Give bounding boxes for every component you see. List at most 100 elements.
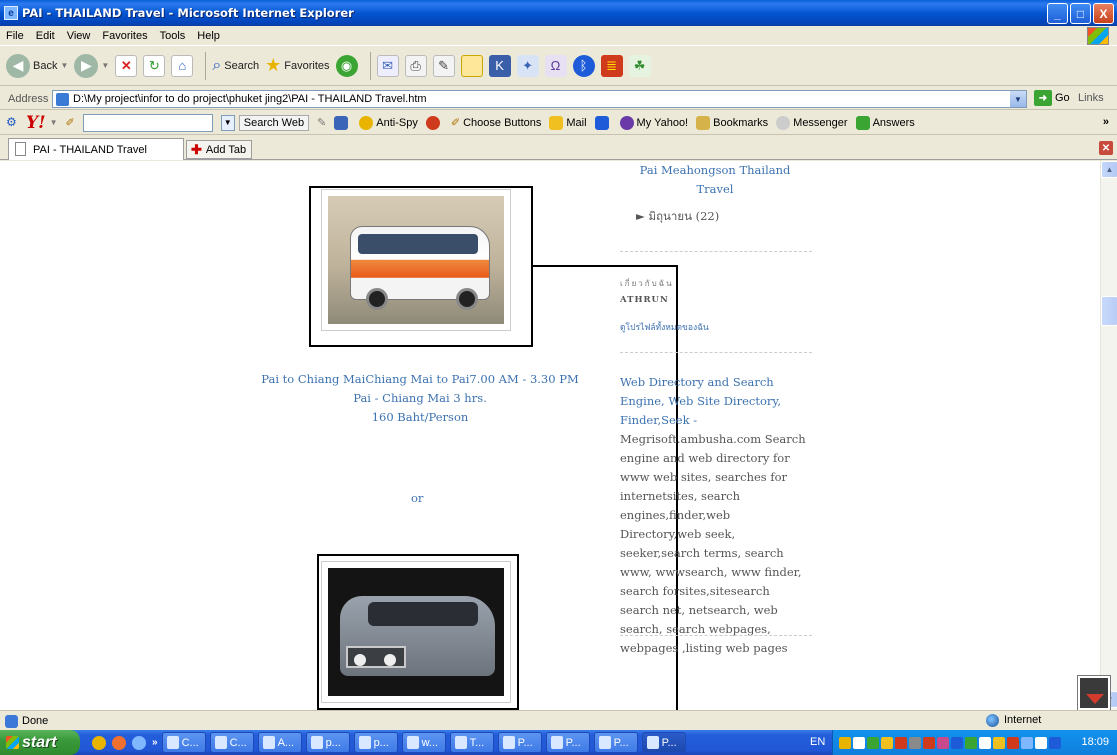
volume-icon[interactable] (909, 736, 921, 749)
forward-button[interactable]: ▶ ▼ (74, 53, 109, 78)
back-dropdown-icon[interactable]: ▼ (60, 61, 68, 70)
form-button[interactable] (334, 115, 351, 130)
tab-pai-thailand[interactable]: PAI - THAILAND Travel (8, 138, 184, 160)
my-yahoo-button[interactable]: My Yahoo! (619, 115, 688, 130)
quick-launch: » (92, 735, 158, 750)
taskbar-button[interactable]: w... (401, 732, 446, 753)
print-icon[interactable]: ⎙ (404, 54, 427, 77)
taskbar-button[interactable]: A... (257, 732, 302, 753)
tray-icon[interactable] (853, 736, 865, 749)
tray-icon[interactable] (839, 736, 851, 749)
messenger-button[interactable]: Messenger (776, 115, 848, 130)
menu-tools[interactable]: Tools (154, 30, 192, 42)
web-directory-link[interactable]: Web Directory and Search Engine, Web Sit… (620, 375, 781, 427)
scroll-up-icon[interactable]: ▲ (1101, 161, 1117, 178)
archive-month[interactable]: ► มิถุนายน (22) (636, 207, 719, 226)
research-icon[interactable]: ✦ (516, 54, 539, 77)
tray-icon[interactable] (895, 736, 907, 749)
search-button[interactable]: ⌕ Search (212, 57, 259, 75)
translate-icon[interactable]: Ω (544, 54, 567, 77)
tray-icon[interactable] (993, 736, 1005, 749)
add-tab-button[interactable]: ✚ Add Tab (186, 140, 252, 159)
refresh-icon[interactable]: ↻ (143, 54, 166, 77)
bookmarks-button[interactable]: Bookmarks (696, 115, 768, 130)
taskbar-button[interactable]: P... (497, 732, 542, 753)
taskbar-button[interactable]: p... (305, 732, 350, 753)
close-tab-icon[interactable]: ✕ (1099, 141, 1113, 155)
taskbar-button-active[interactable]: P... (641, 732, 686, 753)
home-icon[interactable]: ⌂ (171, 54, 194, 77)
bluetooth-icon[interactable]: ᛒ (572, 54, 595, 77)
language-indicator[interactable]: EN (810, 736, 825, 748)
tray-icon[interactable] (979, 736, 991, 749)
taskbar-button[interactable]: P... (545, 732, 590, 753)
mail-button[interactable]: Mail (549, 115, 587, 130)
yahoo-dropdown-icon[interactable]: ▼ (50, 118, 58, 127)
edit-icon[interactable]: ✎ (432, 54, 455, 77)
clock[interactable]: 18:09 (1081, 736, 1109, 748)
folder-icon[interactable] (460, 54, 483, 77)
yahoo-logo[interactable]: Y! (26, 113, 46, 133)
menu-favorites[interactable]: Favorites (96, 30, 153, 42)
media-icon[interactable]: ◉ (335, 54, 358, 77)
menu-help[interactable]: Help (191, 30, 226, 42)
bluetooth-tray-icon[interactable] (951, 736, 963, 749)
taskbar-button[interactable]: P... (593, 732, 638, 753)
close-button[interactable]: X (1093, 3, 1114, 24)
tray-icon[interactable] (965, 736, 977, 749)
tray-icon[interactable] (1021, 736, 1033, 749)
people-icon[interactable]: ☘ (628, 54, 651, 77)
vertical-scrollbar[interactable]: ▲ ▼ (1100, 161, 1117, 710)
stop-icon[interactable]: ✕ (115, 54, 138, 77)
taskbar-button[interactable]: C... (161, 732, 206, 753)
choose-buttons-button[interactable]: ✐ Choose Buttons (451, 116, 542, 130)
menu-edit[interactable]: Edit (30, 30, 61, 42)
tray-icon[interactable] (881, 736, 893, 749)
download-arrow-icon[interactable] (1077, 675, 1111, 711)
address-dropdown-icon[interactable]: ▼ (1010, 91, 1026, 107)
quick-launch-icon[interactable] (112, 735, 126, 750)
tray-icon[interactable] (937, 736, 949, 749)
address-input[interactable]: D:\My project\infor to do project\phuket… (52, 90, 1027, 108)
ie-app-icon[interactable]: e (4, 6, 18, 20)
taskbar-button[interactable]: p... (353, 732, 398, 753)
plus-button[interactable] (594, 115, 612, 130)
messenger-label: Messenger (793, 116, 848, 129)
anti-spy-button[interactable]: Anti-Spy (359, 115, 418, 130)
messenger-icon[interactable]: K (488, 54, 511, 77)
forward-dropdown-icon[interactable]: ▼ (101, 61, 109, 70)
taskbar-button[interactable]: T... (449, 732, 494, 753)
links-button[interactable]: Links (1078, 92, 1104, 104)
favorites-button[interactable]: ★ Favorites (265, 55, 329, 76)
yahoo-search-input[interactable] (82, 113, 213, 132)
view-profile-link[interactable]: ดูโปรไฟล์ทั้งหมดของฉัน (620, 320, 709, 334)
quick-launch-icon[interactable] (92, 735, 106, 750)
mail-icon[interactable]: ✉ (376, 54, 399, 77)
menu-view[interactable]: View (61, 30, 97, 42)
popup-blocker-button[interactable] (425, 115, 443, 130)
network-icon[interactable] (1049, 736, 1061, 749)
maximize-button[interactable]: □ (1070, 3, 1091, 24)
app-icon[interactable]: ≣ (600, 54, 623, 77)
sidebar-post-link[interactable]: Pai Meahongson Thailand Travel (620, 161, 810, 199)
highlight-button[interactable]: ✎ (317, 116, 326, 129)
scroll-thumb[interactable] (1101, 296, 1117, 326)
minimize-button[interactable]: _ (1047, 3, 1068, 24)
start-button[interactable]: start (0, 730, 80, 755)
ie-quick-launch-icon[interactable] (132, 735, 146, 750)
toolbar-overflow-chevron-icon[interactable]: » (1103, 116, 1109, 128)
taskbar-button[interactable]: C... (209, 732, 254, 753)
answers-button[interactable]: Answers (855, 115, 915, 130)
toolbar-options-icon[interactable]: ⚙ (6, 115, 17, 129)
search-dropdown-icon[interactable]: ▼ (220, 114, 235, 131)
tray-icon[interactable] (923, 736, 935, 749)
menu-file[interactable]: File (0, 30, 30, 42)
tray-icon[interactable] (867, 736, 879, 749)
pencil-icon[interactable]: ✐ (66, 116, 75, 129)
tray-icon[interactable] (1007, 736, 1019, 749)
back-button[interactable]: ◀ Back ▼ (6, 53, 68, 78)
quick-launch-overflow-icon[interactable]: » (152, 737, 158, 748)
go-button[interactable]: ➜ Go (1034, 90, 1070, 106)
search-web-button[interactable]: ▼ Search Web (220, 114, 310, 131)
tray-icon[interactable] (1035, 736, 1047, 749)
